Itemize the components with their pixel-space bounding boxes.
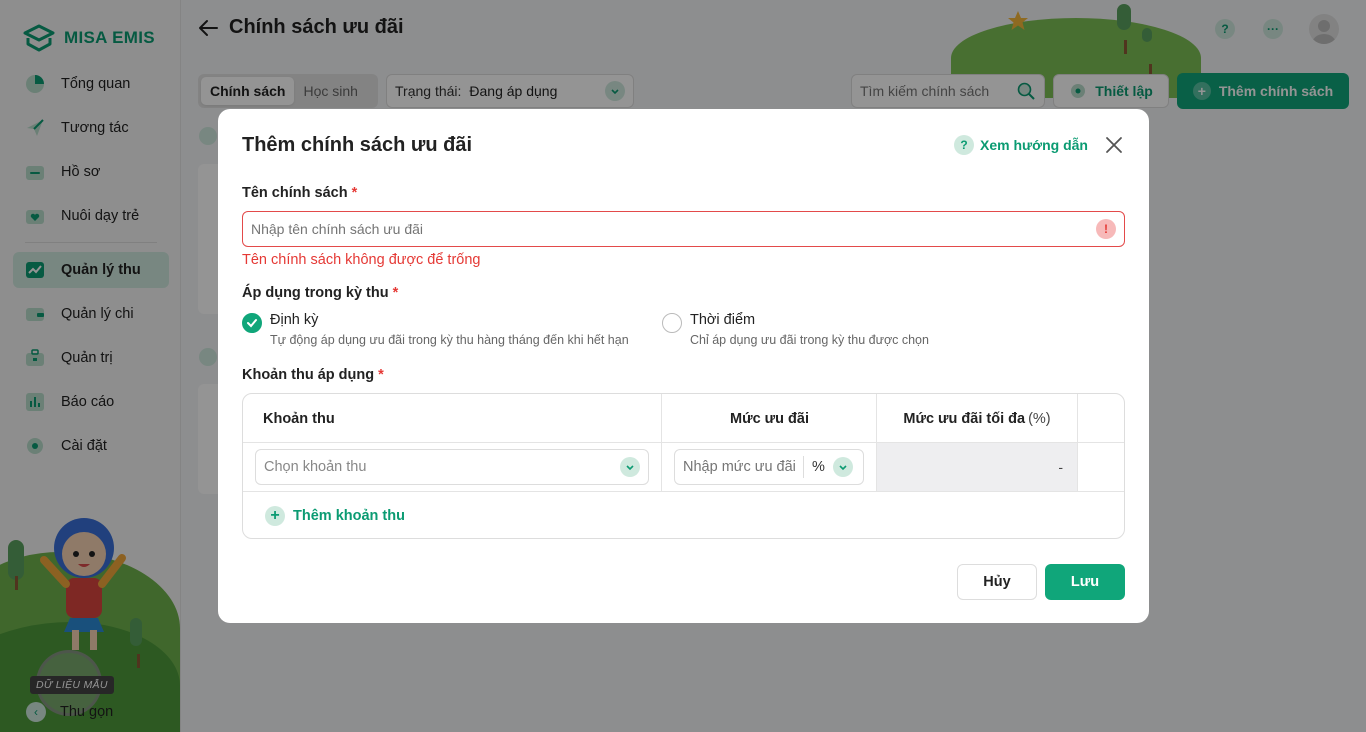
chevron-down-icon[interactable] <box>832 457 853 477</box>
required-marker: * <box>351 185 358 201</box>
fees-label: Khoản thu áp dụng * <box>242 367 384 383</box>
close-icon[interactable] <box>1104 135 1124 155</box>
radio-title: Định kỳ <box>270 312 319 328</box>
rate-unit-select[interactable]: % <box>812 459 825 475</box>
policy-name-field: ! <box>242 211 1125 247</box>
cancel-button[interactable]: Hủy <box>957 564 1037 600</box>
policy-name-error: Tên chính sách không được để trống <box>242 252 481 268</box>
fees-table: Khoản thu Mức ưu đãi Mức ưu đãi tối đa (%… <box>242 393 1125 539</box>
column-header-max-rate: Mức ưu đãi tối đa (%) <box>877 394 1077 443</box>
rate-input[interactable] <box>683 459 801 475</box>
question-icon: ? <box>954 135 974 155</box>
max-rate-title: Mức ưu đãi tối đa <box>903 410 1026 427</box>
error-icon: ! <box>1096 219 1116 239</box>
radio-periodic[interactable]: Định kỳ Tự động áp dụng ưu đãi trong kỳ … <box>242 312 662 347</box>
column-header-fee: Khoản thu <box>263 410 335 427</box>
fee-select-placeholder: Chọn khoản thu <box>264 459 367 475</box>
required-marker: * <box>392 285 399 301</box>
radio-unchecked-icon[interactable] <box>662 313 682 333</box>
table-row: Chọn khoản thu % - <box>243 443 1124 492</box>
fee-select[interactable]: Chọn khoản thu <box>255 449 649 485</box>
required-marker: * <box>378 367 384 383</box>
max-rate-value: - <box>877 443 1077 491</box>
radio-one-time[interactable]: Thời điểm Chỉ áp dụng ưu đãi trong kỳ th… <box>662 312 929 347</box>
policy-name-label: Tên chính sách * <box>242 185 357 201</box>
dialog-title: Thêm chính sách ưu đãi <box>242 134 473 156</box>
fees-table-header: Khoản thu Mức ưu đãi Mức ưu đãi tối đa (%… <box>243 394 1124 443</box>
rate-field: % <box>674 449 864 485</box>
save-button[interactable]: Lưu <box>1045 564 1125 600</box>
radio-title: Thời điểm <box>690 312 756 328</box>
policy-name-label-text: Tên chính sách <box>242 185 348 201</box>
period-radio-group: Định kỳ Tự động áp dụng ưu đãi trong kỳ … <box>242 312 929 347</box>
help-guide-link[interactable]: ? Xem hướng dẫn <box>954 135 1088 155</box>
column-header-rate: Mức ưu đãi <box>729 410 809 427</box>
max-rate-unit: (%) <box>1028 410 1051 427</box>
add-policy-dialog: Thêm chính sách ưu đãi ? Xem hướng dẫn T… <box>218 109 1149 623</box>
add-fee-button[interactable]: + Thêm khoản thu <box>265 506 405 526</box>
add-fee-label: Thêm khoản thu <box>293 508 405 524</box>
plus-icon: + <box>265 506 285 526</box>
help-guide-label: Xem hướng dẫn <box>980 137 1088 153</box>
radio-description: Chỉ áp dụng ưu đãi trong kỳ thu được chọ… <box>690 333 929 347</box>
policy-name-input[interactable] <box>251 221 1096 237</box>
period-label: Áp dụng trong kỳ thu * <box>242 285 398 301</box>
field-divider <box>803 456 804 478</box>
fees-label-text: Khoản thu áp dụng <box>242 367 375 383</box>
radio-checked-icon[interactable] <box>242 313 262 333</box>
chevron-down-icon <box>620 457 640 477</box>
radio-description: Tự động áp dụng ưu đãi trong kỳ thu hàng… <box>270 333 629 347</box>
period-label-text: Áp dụng trong kỳ thu <box>242 285 389 301</box>
